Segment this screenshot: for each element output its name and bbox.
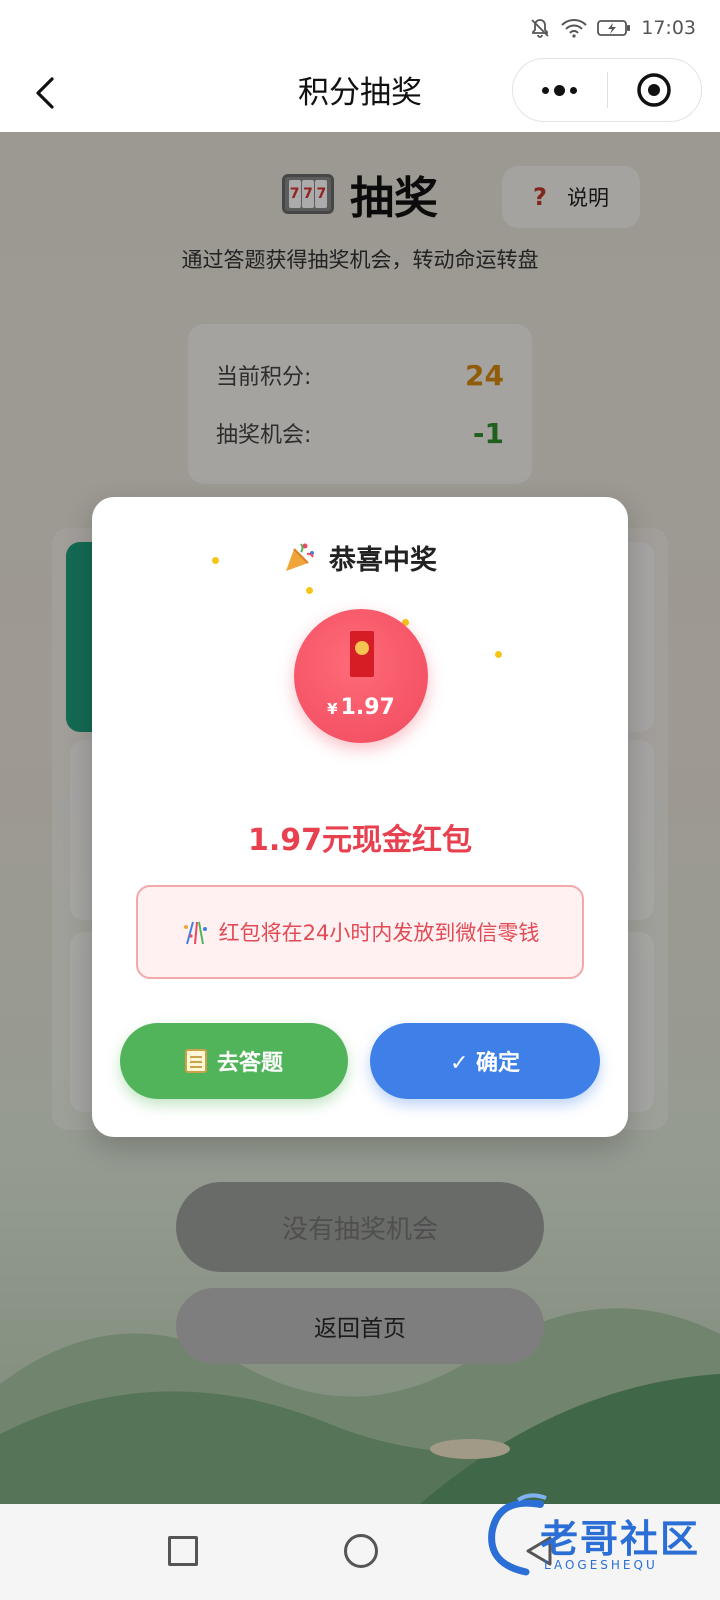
home-button[interactable]	[344, 1534, 378, 1568]
more-dots-icon	[542, 84, 578, 96]
modal-title: 恭喜中奖	[329, 544, 437, 576]
status-time: 17:03	[641, 17, 696, 39]
watermark-text: 老哥社区	[540, 1517, 701, 1561]
wifi-icon	[561, 18, 587, 38]
confetti-dot	[212, 557, 219, 564]
memo-icon	[184, 1049, 207, 1073]
prize-description: 1.97元现金红包	[247, 823, 473, 858]
confetti-ball-icon	[183, 921, 207, 945]
prize-badge: ¥1.97	[294, 609, 428, 743]
mute-notification-icon	[529, 17, 551, 39]
status-bar: 17:03	[0, 0, 720, 56]
red-envelope-icon	[350, 631, 374, 677]
payout-notice-text: 红包将在24小时内发放到微信零钱	[218, 921, 540, 945]
title-bar: 积分抽奖	[0, 56, 720, 132]
party-popper-icon	[286, 543, 314, 571]
close-miniprogram-button[interactable]	[608, 59, 702, 121]
confetti-dot	[306, 587, 313, 594]
go-quiz-button[interactable]: 去答题	[120, 1023, 348, 1099]
target-close-icon	[637, 73, 671, 107]
prize-amount: ¥1.97	[294, 695, 428, 720]
go-quiz-label: 去答题	[216, 1051, 283, 1076]
currency-symbol: ¥	[327, 700, 338, 718]
more-menu-button[interactable]	[513, 59, 607, 121]
miniprogram-capsule	[512, 58, 702, 122]
confetti-dot	[495, 651, 502, 658]
watermark-subtext: LAOGESHEQU	[544, 1558, 658, 1572]
confirm-button[interactable]: ✓ 确定	[370, 1023, 600, 1099]
watermark-logo: 老哥社区 LAOGESHEQU	[478, 1486, 718, 1596]
modal-header: 恭喜中奖	[92, 537, 628, 577]
recent-apps-button[interactable]	[168, 1536, 198, 1566]
prize-amount-value: 1.97	[340, 695, 395, 720]
prize-modal: 恭喜中奖 ¥1.97 1.97元现金红包 红包将在24小时内发放到微信零钱 去答…	[92, 497, 628, 1137]
battery-charging-icon	[597, 19, 631, 37]
payout-notice: 红包将在24小时内发放到微信零钱	[136, 885, 584, 979]
